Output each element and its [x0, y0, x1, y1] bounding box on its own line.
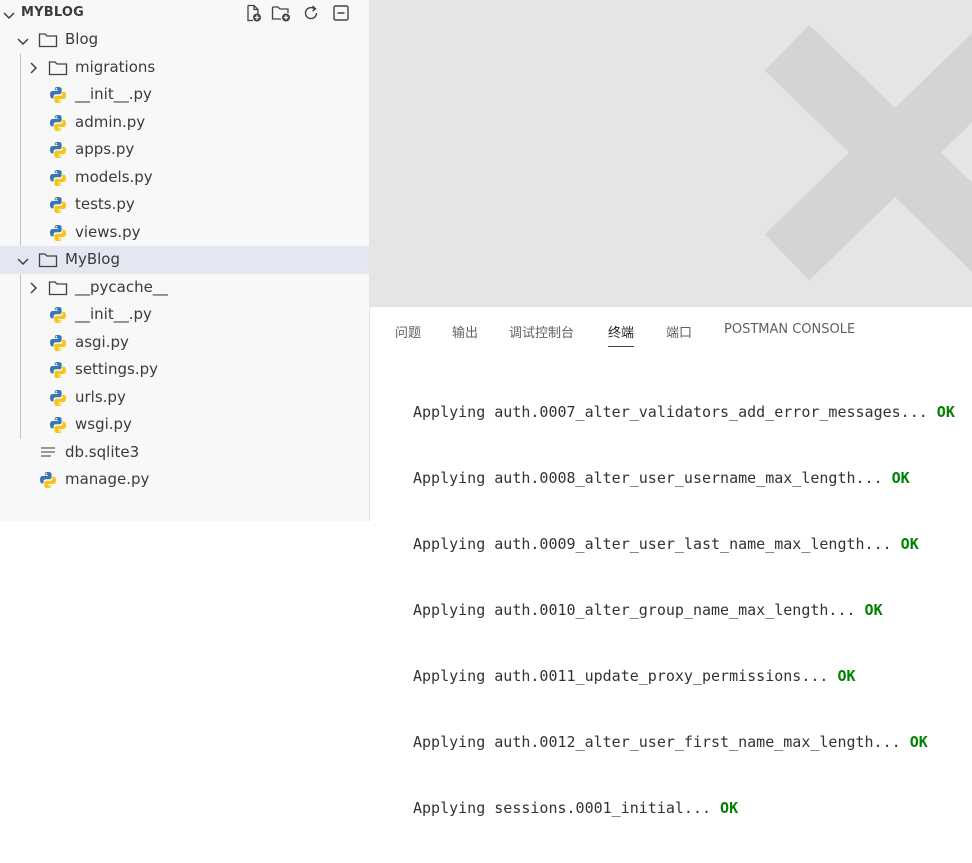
tree-item-label: wsgi.py [75, 415, 132, 433]
chevron-down-icon[interactable] [2, 7, 16, 26]
folder-icon [38, 32, 58, 52]
tree-file-models-py[interactable]: models.py [0, 164, 369, 192]
tree-file-apps-py[interactable]: apps.py [0, 136, 369, 164]
status-ok: OK [900, 535, 919, 553]
python-icon [39, 471, 57, 493]
python-icon [49, 389, 67, 411]
folder-icon [38, 252, 58, 272]
python-icon [49, 224, 67, 246]
tree-file-views-py[interactable]: views.py [0, 219, 369, 247]
panel-tabs: 问题 输出 调试控制台 终端 端口 POSTMAN CONSOLE [370, 307, 972, 351]
collapse-all-icon[interactable] [330, 2, 352, 24]
refresh-icon[interactable] [300, 2, 322, 24]
terminal-line-text: Applying auth.0009_alter_user_last_name_… [413, 535, 892, 553]
tree-item-label: db.sqlite3 [65, 442, 140, 461]
status-ok: OK [720, 799, 739, 817]
terminal-line-text: Applying sessions.0001_initial... [413, 799, 712, 817]
tree-file-wsgi-py[interactable]: wsgi.py [0, 411, 369, 439]
terminal-line-text: Applying auth.0012_alter_user_first_name… [413, 733, 901, 751]
explorer-header[interactable]: MYBLOG [0, 0, 369, 26]
python-icon [49, 169, 67, 191]
chevron-down-icon[interactable] [16, 254, 30, 272]
tree-item-label: settings.py [75, 360, 158, 378]
status-ok: OK [891, 469, 910, 487]
tree-item-label: urls.py [75, 387, 126, 406]
tree-item-label: manage.py [65, 470, 150, 488]
tree-file-admin-py[interactable]: admin.py [0, 109, 369, 137]
tree-item-label: asgi.py [75, 332, 129, 351]
terminal-line: Applying auth.0007_alter_validators_add_… [413, 401, 968, 423]
explorer-title: MYBLOG [21, 5, 85, 20]
tree-item-label: migrations [75, 57, 156, 76]
tree-item-label: __pycache__ [75, 277, 168, 296]
new-folder-icon[interactable] [270, 2, 292, 24]
folder-icon [48, 60, 68, 80]
terminal-line-text: Applying auth.0007_alter_validators_add_… [413, 403, 928, 421]
tree-file-settings-py[interactable]: settings.py [0, 356, 369, 384]
tree-folder-myblog[interactable]: MyBlog [0, 246, 369, 274]
terminal-line: Applying auth.0009_alter_user_last_name_… [413, 533, 968, 555]
python-icon [49, 416, 67, 438]
tree-file-db-sqlite3[interactable]: db.sqlite3 [0, 439, 369, 467]
tree-file-asgi-py[interactable]: asgi.py [0, 329, 369, 357]
tree-folder-migrations[interactable]: migrations [0, 54, 369, 82]
python-icon [49, 361, 67, 383]
chevron-right-icon[interactable] [28, 281, 40, 299]
chevron-right-icon[interactable] [28, 61, 40, 79]
tree-folder-pycache[interactable]: __pycache__ [0, 274, 369, 302]
status-ok: OK [837, 667, 856, 685]
python-icon [49, 196, 67, 218]
tree-file-urls-py[interactable]: urls.py [0, 384, 369, 412]
tree-file-init-py[interactable]: __init__.py [0, 81, 369, 109]
explorer-sidebar: MYBLOG Blog migrations __init__.py admin… [0, 0, 370, 521]
terminal-line: Applying sessions.0001_initial... OK [413, 797, 968, 819]
terminal-line: Applying auth.0011_update_proxy_permissi… [413, 665, 968, 687]
new-file-icon[interactable] [242, 2, 264, 24]
tab-debug-console[interactable]: 调试控制台 [509, 322, 574, 346]
tree-file-tests-py[interactable]: tests.py [0, 191, 369, 219]
tree-item-label: admin.py [75, 112, 146, 131]
python-icon [49, 86, 67, 108]
tree-item-label: tests.py [75, 195, 135, 213]
python-icon [49, 306, 67, 328]
file-tree: Blog migrations __init__.py admin.py app… [0, 26, 369, 494]
tree-item-label: models.py [75, 167, 153, 186]
terminal-line-text: Applying auth.0010_alter_group_name_max_… [413, 601, 856, 619]
tab-output[interactable]: 输出 [452, 322, 478, 346]
status-ok: OK [909, 733, 928, 751]
tree-item-label: __init__.py [75, 305, 152, 323]
status-ok: OK [864, 601, 883, 619]
status-ok: OK [936, 403, 955, 421]
terminal-line: Applying auth.0010_alter_group_name_max_… [413, 599, 968, 621]
python-icon [49, 114, 67, 136]
terminal-line-text: Applying auth.0008_alter_user_username_m… [413, 469, 883, 487]
terminal-line: Applying auth.0012_alter_user_first_name… [413, 731, 968, 753]
editor-area[interactable] [370, 0, 972, 306]
tree-item-label: __init__.py [75, 85, 152, 103]
tree-item-label: apps.py [75, 140, 135, 158]
tree-folder-blog[interactable]: Blog [0, 26, 369, 54]
tab-ports[interactable]: 端口 [666, 322, 692, 346]
tree-item-label: Blog [65, 30, 99, 48]
python-icon [49, 334, 67, 356]
tree-file-manage-py[interactable]: manage.py [0, 466, 369, 494]
folder-icon [48, 280, 68, 300]
tree-file-init-py[interactable]: __init__.py [0, 301, 369, 329]
text-file-icon [40, 446, 56, 464]
tab-terminal[interactable]: 终端 [608, 322, 635, 347]
tab-postman-console[interactable]: POSTMAN CONSOLE [724, 322, 855, 342]
vscode-watermark-icon [764, 24, 972, 281]
python-icon [49, 141, 67, 163]
terminal-line: Applying auth.0008_alter_user_username_m… [413, 467, 968, 489]
tab-problems[interactable]: 问题 [395, 322, 421, 346]
chevron-down-icon[interactable] [16, 34, 30, 52]
terminal-output[interactable]: Applying auth.0007_alter_validators_add_… [413, 357, 968, 863]
terminal-line-text: Applying auth.0011_update_proxy_permissi… [413, 667, 829, 685]
bottom-panel: 问题 输出 调试控制台 终端 端口 POSTMAN CONSOLE Applyi… [370, 306, 972, 817]
tree-item-label: views.py [75, 222, 141, 241]
tree-item-label: MyBlog [65, 250, 120, 268]
